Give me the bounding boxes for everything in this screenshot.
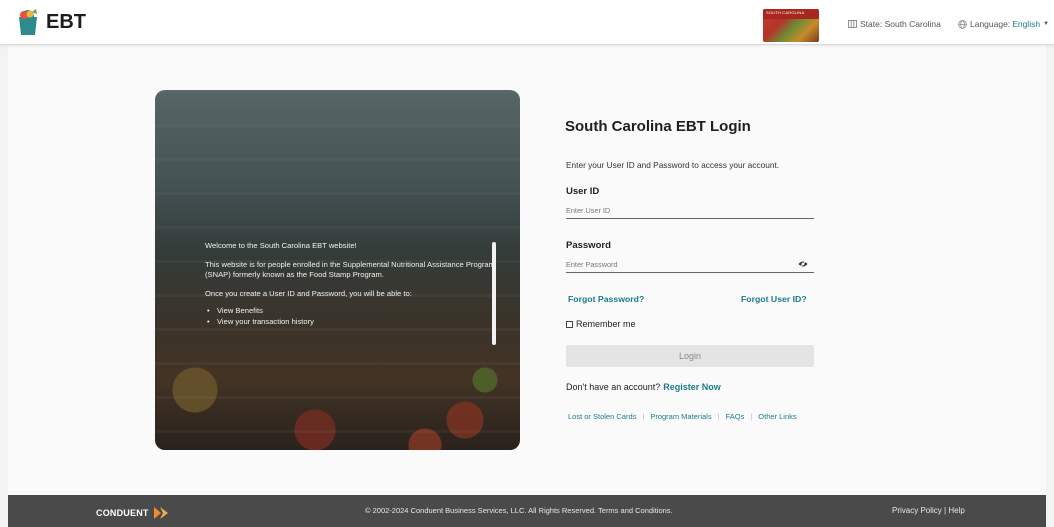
hero-panel: Welcome to the South Carolina EBT websit… [155, 90, 520, 450]
login-button[interactable]: Login [566, 345, 814, 367]
language-value: English [1012, 19, 1041, 29]
footer-copyright: © 2002-2024 Conduent Business Services, … [365, 506, 673, 515]
ebt-card-image: SOUTH CAROLINA [763, 9, 819, 42]
forgot-user-id-link[interactable]: Forgot User ID? [741, 294, 807, 304]
globe-icon [958, 19, 967, 29]
forgot-password-link[interactable]: Forgot Password? [568, 294, 644, 304]
conduent-mark-icon [153, 507, 168, 519]
remember-me-label: Remember me [576, 319, 636, 329]
hero-list: View Benefits View your transaction hist… [205, 305, 495, 327]
login-subtitle: Enter your User ID and Password to acces… [566, 160, 780, 170]
footer: CONDUENT © 2002-2024 Conduent Business S… [8, 495, 1046, 527]
hero-welcome: Welcome to the South Carolina EBT websit… [205, 241, 357, 250]
card-text: SOUTH CAROLINA [766, 10, 805, 15]
link-separator: | [717, 412, 720, 421]
remember-me[interactable]: Remember me [566, 319, 636, 329]
top-header: EBT SOUTH CAROLINA State: South Carolina… [0, 0, 1054, 45]
no-account-text: Don't have an account? [566, 382, 661, 392]
hero-list-item: View your transaction history [205, 316, 495, 327]
password-label: Password [566, 240, 611, 251]
register-now-link[interactable]: Register Now [663, 382, 721, 392]
register-prompt: Don't have an account? Register Now [566, 382, 721, 392]
ebt-logo[interactable]: EBT [14, 8, 86, 36]
remember-me-checkbox[interactable] [566, 320, 573, 328]
help-link[interactable]: Help [948, 506, 964, 515]
logo-text: EBT [46, 10, 86, 33]
eye-icon[interactable] [798, 260, 808, 268]
other-links-link[interactable]: Other Links [758, 412, 796, 421]
hero-text: Welcome to the South Carolina EBT websit… [205, 241, 495, 327]
grocery-bag-icon [19, 9, 37, 35]
state-selector[interactable]: State: South Carolina [848, 19, 941, 29]
login-title: South Carolina EBT Login [565, 118, 751, 135]
program-materials-link[interactable]: Program Materials [650, 412, 711, 421]
password-input[interactable] [566, 256, 814, 273]
user-id-label: User ID [566, 186, 600, 197]
link-separator: | [642, 412, 645, 421]
user-id-input[interactable] [566, 202, 814, 219]
bottom-links: Lost or Stolen Cards | Program Materials… [568, 412, 797, 421]
conduent-logo-text: CONDUENT [96, 508, 149, 518]
hero-list-item: View Benefits [205, 305, 495, 316]
privacy-policy-link[interactable]: Privacy Policy [892, 506, 942, 515]
map-icon [848, 20, 857, 28]
hero-intro: Once you create a User ID and Password, … [205, 288, 412, 298]
login-form: South Carolina EBT Login Enter your User… [565, 118, 825, 421]
language-selector[interactable]: Language: English ▼ [958, 19, 1049, 29]
footer-links: Privacy Policy | Help [892, 506, 965, 515]
hero-description: This website is for people enrolled in t… [205, 259, 495, 280]
lost-stolen-cards-link[interactable]: Lost or Stolen Cards [568, 412, 636, 421]
hero-scrollbar[interactable] [492, 242, 496, 345]
conduent-logo[interactable]: CONDUENT [96, 505, 170, 521]
chevron-down-icon: ▼ [1043, 21, 1050, 27]
faqs-link[interactable]: FAQs [726, 412, 745, 421]
language-label: Language: [970, 19, 1011, 29]
state-label: State: South Carolina [860, 19, 941, 29]
link-separator: | [750, 412, 753, 421]
